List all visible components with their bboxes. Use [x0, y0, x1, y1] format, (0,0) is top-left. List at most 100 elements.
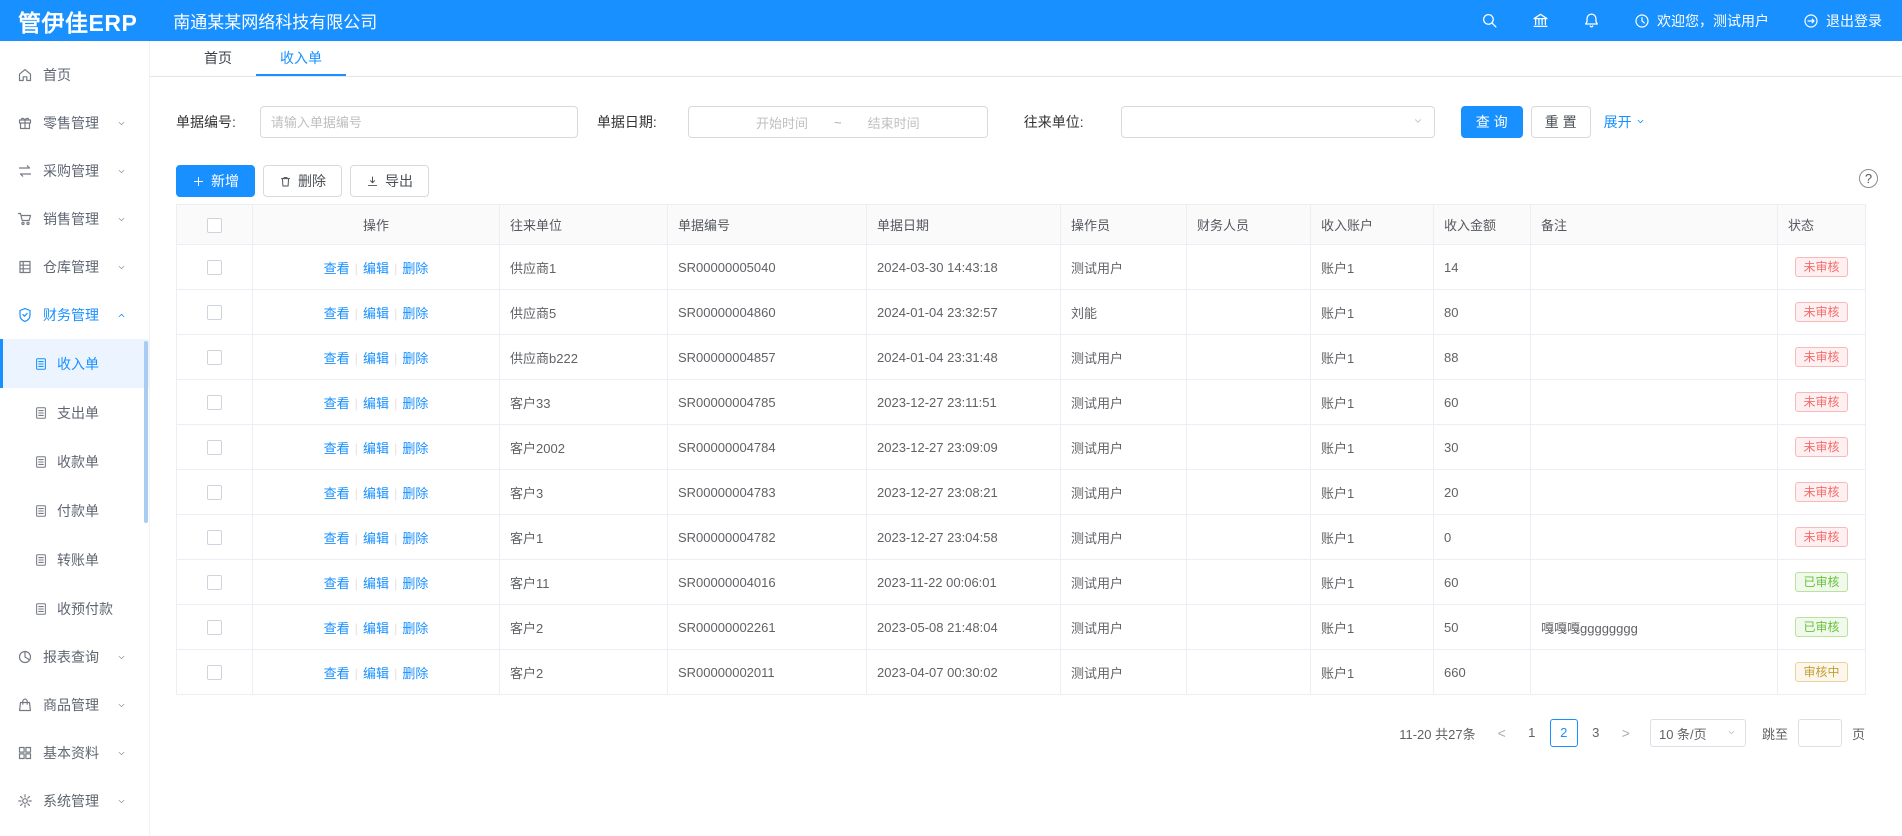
bell-icon[interactable] [1583, 12, 1600, 29]
row-action-edit[interactable]: 编辑 [363, 261, 389, 276]
row-action-view[interactable]: 查看 [324, 486, 350, 501]
sidebar-item-retail[interactable]: 零售管理 [0, 99, 149, 147]
status-badge: 未审核 [1795, 257, 1847, 277]
page-button-2[interactable]: 2 [1550, 719, 1578, 747]
row-action-edit[interactable]: 编辑 [363, 621, 389, 636]
cell-bill-no: SR00000004784 [668, 425, 867, 470]
row-action-delete[interactable]: 删除 [402, 396, 428, 411]
page-button-3[interactable]: 3 [1582, 719, 1610, 747]
welcome-user[interactable]: 欢迎您，测试用户 [1634, 11, 1769, 31]
row-action-delete[interactable]: 删除 [402, 306, 428, 321]
expand-link[interactable]: 展开 [1604, 112, 1646, 132]
column-header: 单据编号 [668, 205, 867, 245]
row-checkbox[interactable] [207, 620, 222, 635]
sidebar-subitem-income[interactable]: 收入单 [0, 339, 149, 388]
cell-date: 2023-12-27 23:09:09 [867, 425, 1061, 470]
sidebar-item-system[interactable]: 系统管理 [0, 777, 149, 825]
help-icon[interactable]: ? [1859, 169, 1878, 188]
sidebar-scrollbar-thumb[interactable] [144, 341, 148, 523]
select-all-checkbox[interactable] [207, 218, 222, 233]
column-header: 收入账户 [1311, 205, 1434, 245]
sidebar-item-sales[interactable]: 销售管理 [0, 195, 149, 243]
export-button[interactable]: 导出 [350, 165, 429, 197]
row-action-delete[interactable]: 删除 [402, 261, 428, 276]
logout-button[interactable]: 退出登录 [1803, 11, 1882, 31]
sidebar-item-finance[interactable]: 财务管理 [0, 291, 149, 339]
row-action-delete[interactable]: 删除 [402, 666, 428, 681]
row-checkbox[interactable] [207, 395, 222, 410]
purchase-icon [17, 163, 33, 179]
row-checkbox[interactable] [207, 575, 222, 590]
sidebar-subitem-advance[interactable]: 收预付款 [0, 584, 149, 633]
tab-income-bill[interactable]: 收入单 [256, 41, 346, 76]
row-action-view[interactable]: 查看 [324, 666, 350, 681]
add-button-label: 新增 [211, 171, 239, 191]
sidebar-item-warehouse[interactable]: 仓库管理 [0, 243, 149, 291]
table-row: 查看|编辑|删除客户2SR000000022612023-05-08 21:48… [177, 605, 1866, 650]
row-action-edit[interactable]: 编辑 [363, 666, 389, 681]
row-action-view[interactable]: 查看 [324, 396, 350, 411]
row-action-view[interactable]: 查看 [324, 261, 350, 276]
sidebar-subitem-expense[interactable]: 支出单 [0, 388, 149, 437]
sidebar-item-goods[interactable]: 商品管理 [0, 681, 149, 729]
search-icon[interactable] [1481, 12, 1498, 29]
sidebar-item-purchase[interactable]: 采购管理 [0, 147, 149, 195]
row-action-edit[interactable]: 编辑 [363, 396, 389, 411]
row-action-edit[interactable]: 编辑 [363, 576, 389, 591]
row-action-view[interactable]: 查看 [324, 351, 350, 366]
filter-bar: 单据编号: 单据日期: 开始时间 ~ 结束时间 往来单位: 查 询 重 置 展开 [176, 106, 1902, 138]
row-action-edit[interactable]: 编辑 [363, 531, 389, 546]
cell-finance-staff [1187, 245, 1311, 290]
sidebar-item-home[interactable]: 首页 [0, 51, 149, 99]
row-action-edit[interactable]: 编辑 [363, 441, 389, 456]
prev-page-button[interactable]: < [1492, 725, 1512, 741]
jump-page-input[interactable] [1798, 719, 1842, 747]
cell-date: 2023-05-08 21:48:04 [867, 605, 1061, 650]
row-action-delete[interactable]: 删除 [402, 576, 428, 591]
row-action-view[interactable]: 查看 [324, 531, 350, 546]
reset-button[interactable]: 重 置 [1531, 106, 1591, 138]
cell-finance-staff [1187, 380, 1311, 425]
cell-operator: 测试用户 [1061, 650, 1187, 695]
cell-finance-staff [1187, 290, 1311, 335]
row-action-delete[interactable]: 删除 [402, 486, 428, 501]
add-button[interactable]: 新增 [176, 165, 255, 197]
row-action-delete[interactable]: 删除 [402, 621, 428, 636]
row-action-delete[interactable]: 删除 [402, 441, 428, 456]
sidebar-item-basic[interactable]: 基本资料 [0, 729, 149, 777]
sidebar-item-label: 报表查询 [43, 647, 99, 667]
row-action-view[interactable]: 查看 [324, 621, 350, 636]
date-start-placeholder: 开始时间 [756, 113, 808, 132]
row-action-view[interactable]: 查看 [324, 576, 350, 591]
sidebar-subitem-payment[interactable]: 付款单 [0, 486, 149, 535]
partner-select[interactable] [1121, 106, 1435, 138]
page-size-select[interactable]: 10 条/页 [1650, 719, 1746, 747]
row-checkbox[interactable] [207, 440, 222, 455]
row-checkbox[interactable] [207, 305, 222, 320]
row-action-delete[interactable]: 删除 [402, 351, 428, 366]
row-action-edit[interactable]: 编辑 [363, 486, 389, 501]
sidebar-subitem-transfer[interactable]: 转账单 [0, 535, 149, 584]
row-checkbox[interactable] [207, 530, 222, 545]
date-range-input[interactable]: 开始时间 ~ 结束时间 [688, 106, 988, 138]
bank-icon[interactable] [1532, 12, 1549, 29]
tab-home[interactable]: 首页 [180, 41, 256, 76]
row-checkbox[interactable] [207, 350, 222, 365]
next-page-button[interactable]: > [1616, 725, 1636, 741]
row-action-view[interactable]: 查看 [324, 441, 350, 456]
bill-no-input[interactable] [260, 106, 578, 138]
sidebar-subitem-receipt[interactable]: 收款单 [0, 437, 149, 486]
row-action-view[interactable]: 查看 [324, 306, 350, 321]
row-checkbox[interactable] [207, 665, 222, 680]
delete-button[interactable]: 删除 [263, 165, 342, 197]
row-action-edit[interactable]: 编辑 [363, 306, 389, 321]
page-button-1[interactable]: 1 [1518, 719, 1546, 747]
sidebar-item-report[interactable]: 报表查询 [0, 633, 149, 681]
row-checkbox[interactable] [207, 260, 222, 275]
cell-account: 账户1 [1311, 245, 1434, 290]
row-action-delete[interactable]: 删除 [402, 531, 428, 546]
row-checkbox[interactable] [207, 485, 222, 500]
row-action-edit[interactable]: 编辑 [363, 351, 389, 366]
search-button[interactable]: 查 询 [1461, 106, 1523, 138]
row-actions: 查看|编辑|删除 [253, 470, 500, 515]
